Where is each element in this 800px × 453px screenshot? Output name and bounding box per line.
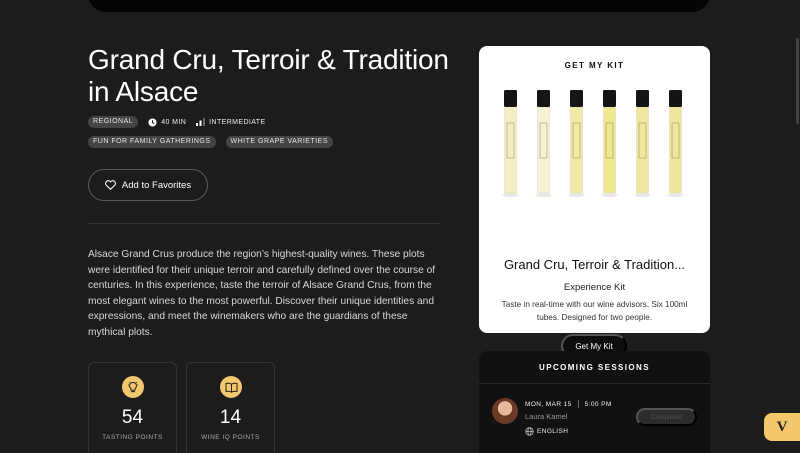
stat-tasting-points: 54 TASTING POINTS: [88, 362, 177, 453]
stat-label: WINE IQ POINTS: [201, 434, 260, 441]
upcoming-sessions: UPCOMING SESSIONS MON, MAR 15 5:00 PM La…: [479, 351, 710, 453]
wine-tubes-image: [502, 90, 684, 197]
tag-white-grapes[interactable]: WHITE GRAPE VARIETIES: [225, 136, 334, 148]
duration: 40 MIN: [148, 117, 187, 127]
session-host: Laura Kamel: [525, 412, 568, 421]
kit-subtitle: Experience Kit: [563, 282, 626, 293]
heart-icon: [105, 180, 116, 190]
session-language-text: ENGLISH: [537, 428, 569, 435]
level: INTERMEDIATE: [196, 118, 265, 126]
kit-title: Grand Cru, Terroir & Tradition...: [503, 257, 686, 272]
tag-family[interactable]: FUN FOR FAMILY GATHERINGS: [88, 136, 216, 148]
wine-tube: [502, 90, 519, 197]
wine-tube: [634, 90, 651, 197]
wine-tube: [667, 90, 684, 197]
description: Alsace Grand Crus produce the region’s h…: [88, 249, 436, 338]
level-text: INTERMEDIATE: [209, 118, 266, 126]
scrollbar[interactable]: [796, 38, 799, 124]
kit-heading: GET MY KIT: [564, 61, 625, 70]
clock-icon: [148, 117, 157, 127]
wine-tube: [535, 90, 552, 197]
sessions-heading: UPCOMING SESSIONS: [539, 363, 650, 372]
wine-tube: [601, 90, 618, 197]
session-time: 5:00 PM: [584, 400, 612, 408]
duration-text: 40 MIN: [161, 118, 187, 126]
kit-description: Taste in real-time with our wine advisor…: [501, 300, 688, 322]
globe-icon: [525, 427, 534, 436]
lightbulb-icon: [122, 376, 144, 398]
tags-row: FUN FOR FAMILY GATHERINGS WHITE GRAPE VA…: [88, 136, 334, 148]
stat-value: 54: [121, 407, 144, 428]
divider: [479, 383, 710, 384]
separator: [577, 400, 579, 408]
session-date: MON, MAR 15: [525, 400, 572, 408]
session-status-button[interactable]: Completed: [636, 408, 697, 426]
signal-bars-icon: [196, 118, 206, 126]
stat-value: 14: [219, 407, 242, 428]
meta-row: REGIONAL 40 MIN INTERMEDIATE: [88, 116, 266, 128]
add-to-favorites-label: Add to Favorites: [121, 179, 192, 191]
wine-tube: [568, 90, 585, 197]
add-to-favorites-button[interactable]: Add to Favorites: [88, 169, 208, 201]
v-assistant-button[interactable]: V: [764, 413, 800, 441]
stat-wine-iq-points: 14 WINE IQ POINTS: [186, 362, 275, 453]
book-icon: [220, 376, 242, 398]
stat-label: TASTING POINTS: [102, 434, 163, 441]
kit-card: GET MY KIT Grand Cru, Terroir & Traditio…: [479, 46, 710, 358]
tag-regional[interactable]: REGIONAL: [88, 116, 139, 128]
top-banner: [88, 0, 710, 12]
avatar: [492, 398, 518, 424]
page-title: Grand Cru, Terroir & Tradition in Alsace: [88, 44, 449, 107]
session-datetime: MON, MAR 15 5:00 PM: [525, 400, 612, 408]
session-language: ENGLISH: [525, 427, 568, 436]
divider: [88, 223, 440, 224]
